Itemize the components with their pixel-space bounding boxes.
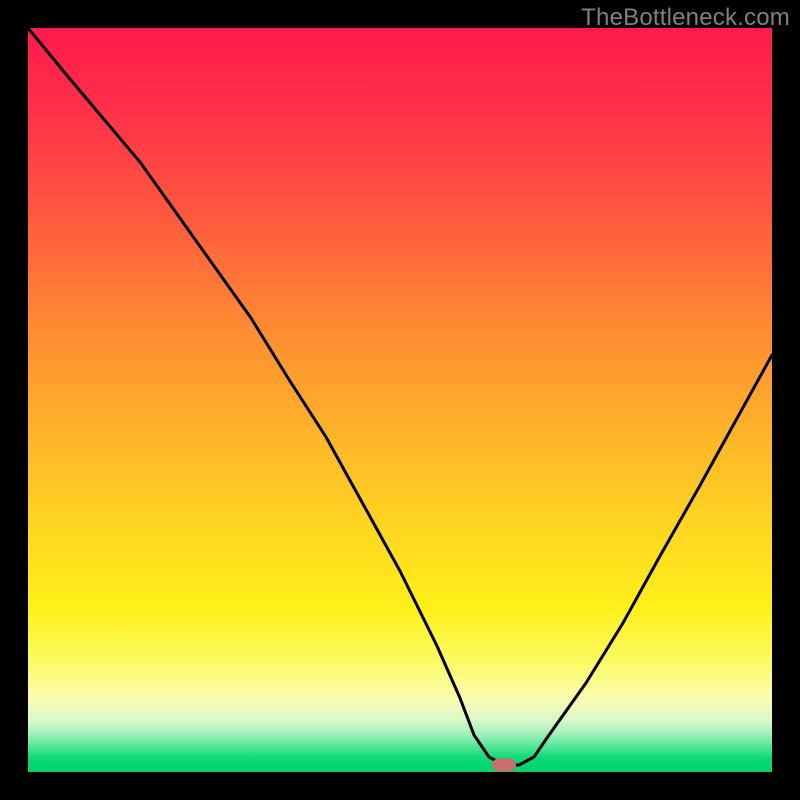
chart-frame: TheBottleneck.com	[0, 0, 800, 800]
plot-area	[28, 28, 772, 772]
optimal-marker	[492, 758, 516, 771]
curve-path	[28, 28, 772, 765]
bottleneck-curve	[28, 28, 772, 772]
